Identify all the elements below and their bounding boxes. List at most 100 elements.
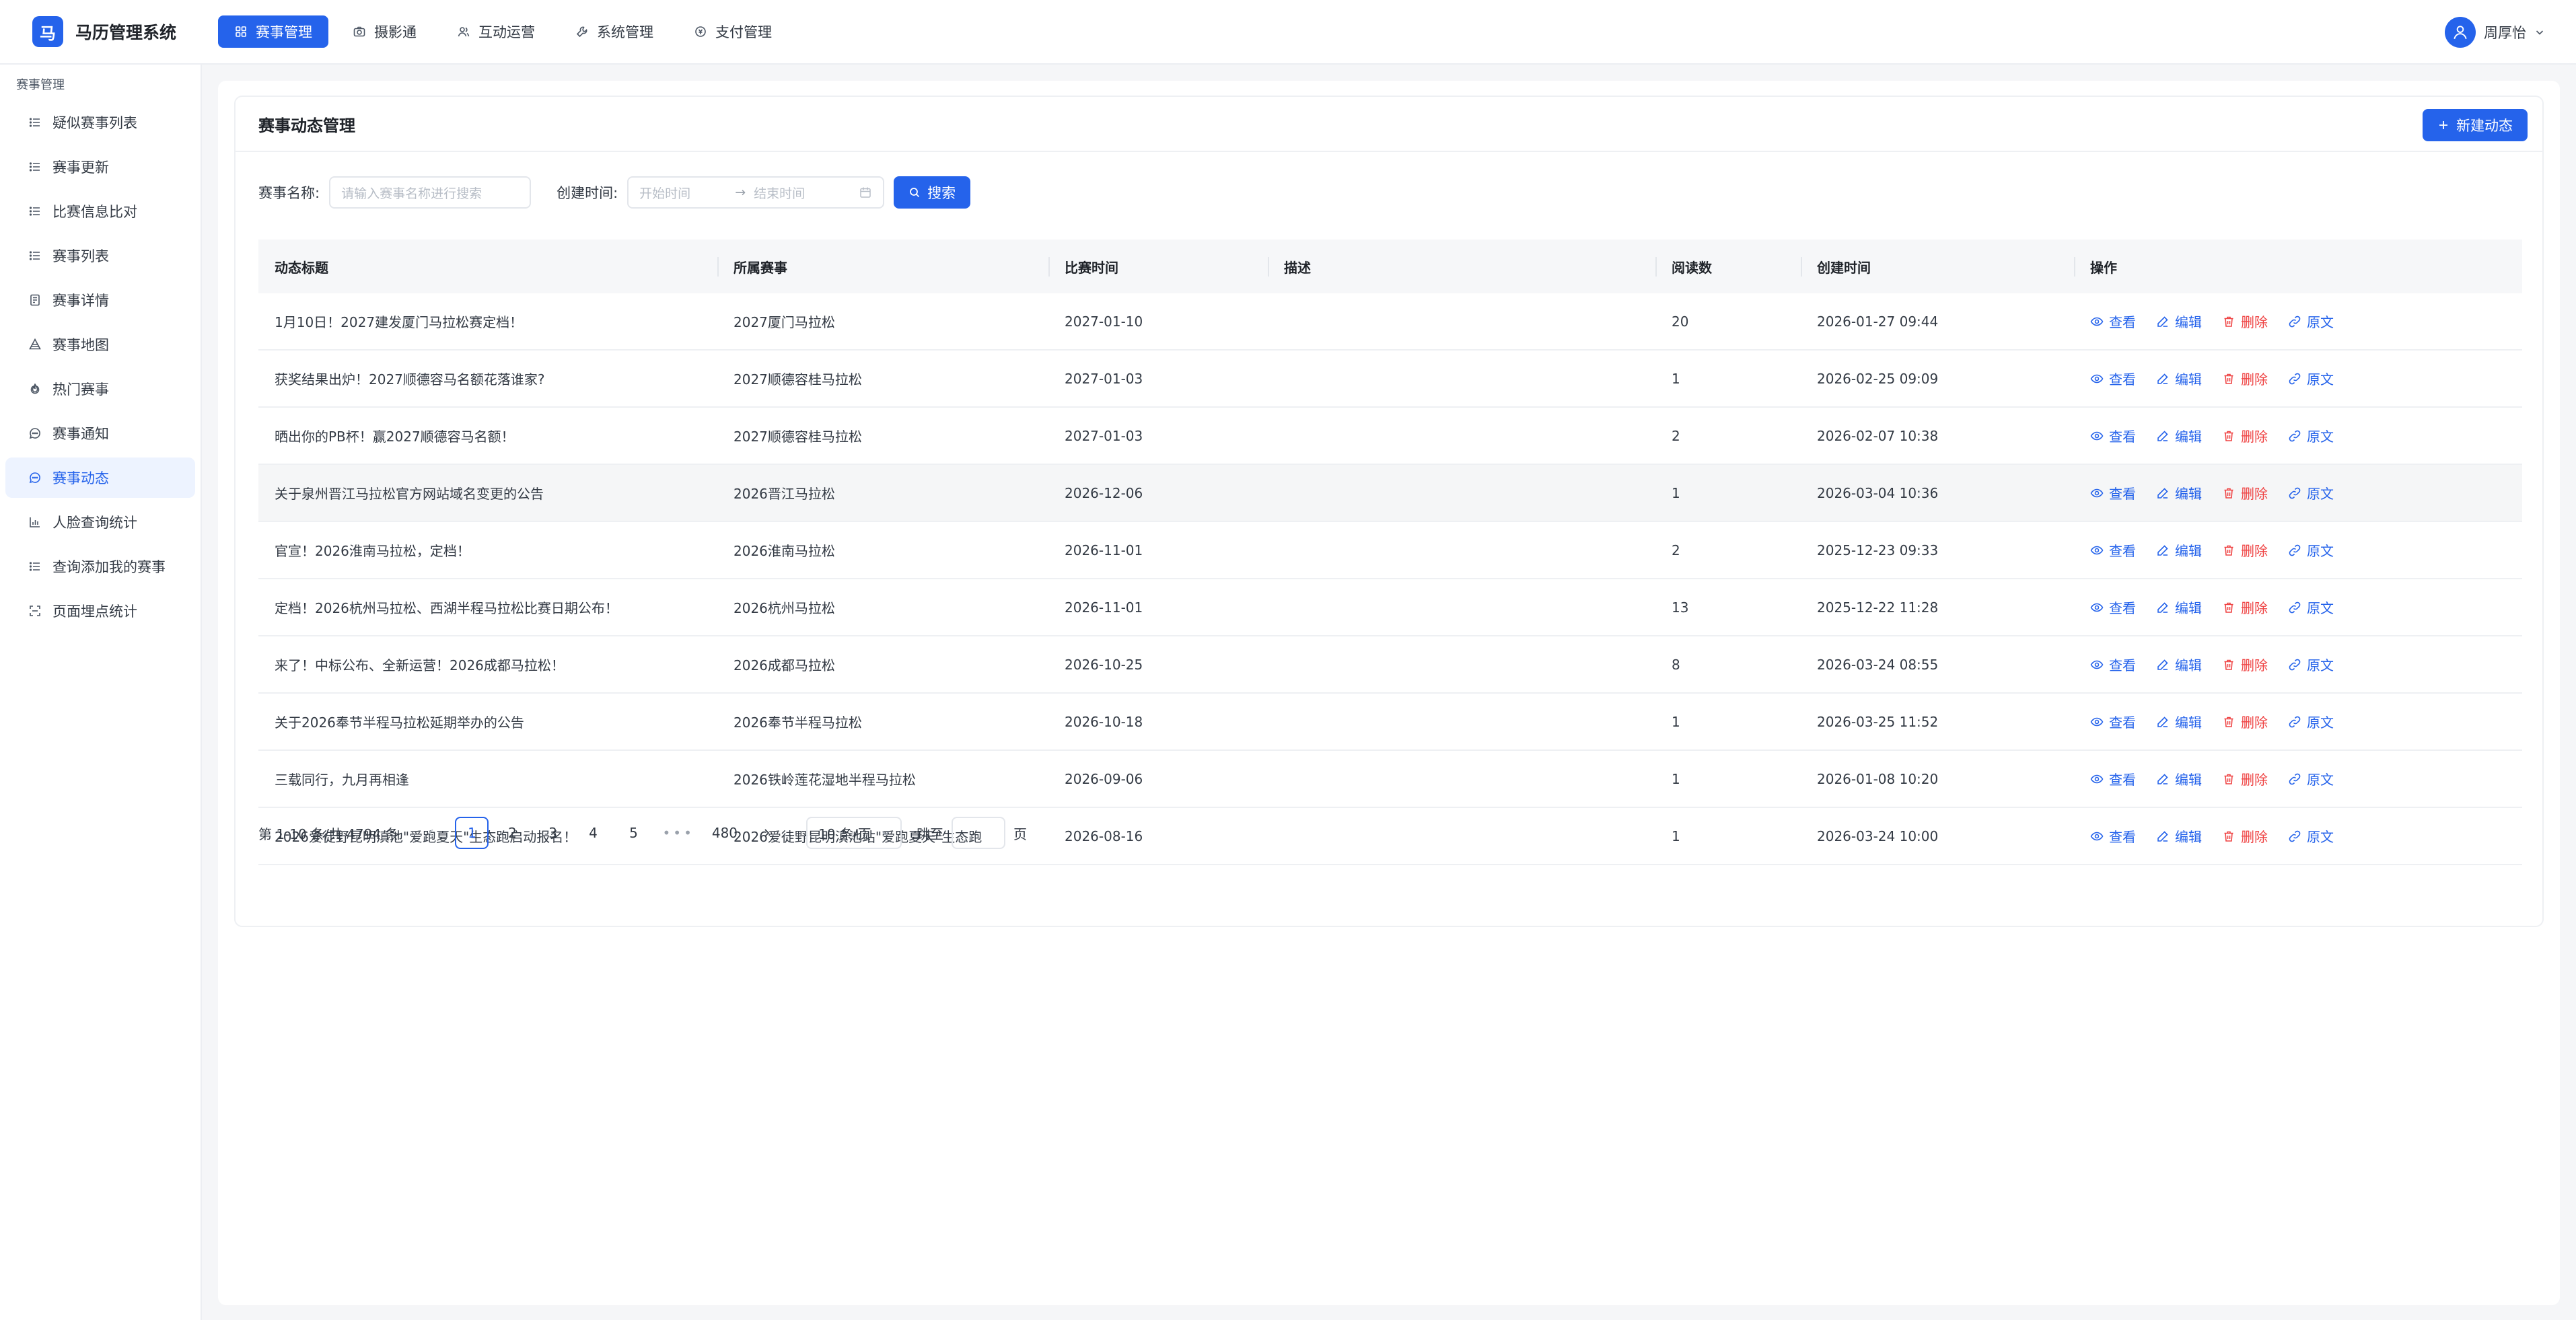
race-date-cell: 2027-01-10 <box>1065 313 1143 330</box>
race-date-cell: 2026-10-18 <box>1065 713 1143 730</box>
view-button[interactable]: 查看 <box>2090 655 2136 674</box>
read-count-cell: 1 <box>1672 770 1680 787</box>
event-name-placeholder: 请输入赛事名称进行搜索 <box>341 186 482 201</box>
page-4-button[interactable]: 4 <box>576 817 610 849</box>
source-label: 原文 <box>2307 829 2334 845</box>
search-button[interactable]: 搜索 <box>894 176 971 209</box>
column-header-event[interactable]: 所属赛事 <box>717 257 1048 277</box>
source-link-button[interactable]: 原文 <box>2288 483 2334 503</box>
page-ellipsis[interactable]: ••• <box>657 817 699 849</box>
last-page-button[interactable]: 480 <box>707 817 743 849</box>
column-header-reads[interactable]: 阅读数 <box>1655 257 1801 277</box>
source-link-button[interactable]: 原文 <box>2288 769 2334 789</box>
sidebar-item-label: 页面埋点统计 <box>52 603 137 620</box>
edit-label: 编辑 <box>2175 772 2202 788</box>
delete-button[interactable]: 删除 <box>2222 369 2268 388</box>
edit-button[interactable]: 编辑 <box>2156 597 2202 617</box>
delete-button[interactable]: 删除 <box>2222 540 2268 560</box>
topnav-label: 系统管理 <box>597 24 653 40</box>
edit-button[interactable]: 编辑 <box>2156 311 2202 331</box>
view-label: 查看 <box>2109 772 2136 788</box>
trash-icon <box>2224 717 2233 727</box>
edit-icon <box>2157 659 2168 670</box>
source-link-button[interactable]: 原文 <box>2288 369 2334 388</box>
next-page-button[interactable] <box>750 817 783 849</box>
view-button[interactable]: 查看 <box>2090 311 2136 331</box>
topnav-item-interaction[interactable]: 互动运营 <box>441 15 551 48</box>
sidebar-item-info-compare[interactable]: 比赛信息比对 <box>5 191 195 231</box>
edit-button[interactable]: 编辑 <box>2156 712 2202 731</box>
edit-button[interactable]: 编辑 <box>2156 369 2202 388</box>
topnav-item-payment[interactable]: 支付管理 <box>678 15 788 48</box>
event-name-cell: 2026杭州马拉松 <box>734 600 835 616</box>
delete-button[interactable]: 删除 <box>2222 712 2268 731</box>
source-link-button[interactable]: 原文 <box>2288 655 2334 674</box>
edit-button[interactable]: 编辑 <box>2156 826 2202 846</box>
view-button[interactable]: 查看 <box>2090 426 2136 445</box>
edit-button[interactable]: 编辑 <box>2156 483 2202 503</box>
topnav-item-system[interactable]: 系统管理 <box>559 15 670 48</box>
sidebar-item-face-stats[interactable]: 人脸查询统计 <box>5 502 195 542</box>
sidebar-item-hot-events[interactable]: 热门赛事 <box>5 369 195 409</box>
sidebar-item-query-my-events[interactable]: 查询添加我的赛事 <box>5 546 195 587</box>
user-menu[interactable]: 周厚怡 <box>2445 16 2545 48</box>
main-content: 赛事动态管理 新建动态 赛事名称: 请输入赛事名称进行搜索 创建时间: 开始时间… <box>218 81 2560 1305</box>
column-header-title[interactable]: 动态标题 <box>258 257 717 277</box>
brand[interactable]: 马 马历管理系统 <box>0 0 202 64</box>
view-button[interactable]: 查看 <box>2090 597 2136 617</box>
delete-button[interactable]: 删除 <box>2222 655 2268 674</box>
sidebar-item-event-map[interactable]: 赛事地图 <box>5 324 195 365</box>
edit-button[interactable]: 编辑 <box>2156 769 2202 789</box>
column-header-actions: 操作 <box>2074 257 2522 277</box>
view-button[interactable]: 查看 <box>2090 483 2136 503</box>
edit-button[interactable]: 编辑 <box>2156 540 2202 560</box>
sidebar-item-event-notice[interactable]: 赛事通知 <box>5 413 195 453</box>
row-actions: 查看 编辑 删除 原文 <box>2074 597 2522 617</box>
topnav-item-photo[interactable]: 摄影通 <box>336 15 433 48</box>
page-2-button[interactable]: 2 <box>495 817 529 849</box>
delete-button[interactable]: 删除 <box>2222 597 2268 617</box>
source-link-button[interactable]: 原文 <box>2288 426 2334 445</box>
edit-button[interactable]: 编辑 <box>2156 655 2202 674</box>
column-header-description[interactable]: 描述 <box>1268 257 1655 277</box>
source-link-button[interactable]: 原文 <box>2288 712 2334 731</box>
sidebar-item-tracking-stats[interactable]: 页面埋点统计 <box>5 591 195 631</box>
view-button[interactable]: 查看 <box>2090 769 2136 789</box>
sidebar-item-event-update[interactable]: 赛事更新 <box>5 147 195 187</box>
sidebar-item-event-news[interactable]: 赛事动态 <box>5 457 195 498</box>
created-time-range-picker[interactable]: 开始时间 → 结束时间 <box>627 176 885 209</box>
delete-button[interactable]: 删除 <box>2222 769 2268 789</box>
column-header-created[interactable]: 创建时间 <box>1801 257 2074 277</box>
row-actions: 查看 编辑 删除 原文 <box>2074 311 2522 331</box>
page-5-button[interactable]: 5 <box>616 817 650 849</box>
source-link-button[interactable]: 原文 <box>2288 540 2334 560</box>
prev-page-button[interactable] <box>415 817 448 849</box>
edit-button[interactable]: 编辑 <box>2156 426 2202 445</box>
delete-button[interactable]: 删除 <box>2222 483 2268 503</box>
delete-button[interactable]: 删除 <box>2222 426 2268 445</box>
new-news-button[interactable]: 新建动态 <box>2423 109 2528 141</box>
view-button[interactable]: 查看 <box>2090 826 2136 846</box>
source-link-button[interactable]: 原文 <box>2288 311 2334 331</box>
view-button[interactable]: 查看 <box>2090 712 2136 731</box>
topnav-item-event-management[interactable]: 赛事管理 <box>218 15 328 48</box>
page-1-button[interactable]: 1 <box>455 817 489 849</box>
source-link-button[interactable]: 原文 <box>2288 597 2334 617</box>
sidebar-item-event-detail[interactable]: 赛事详情 <box>5 280 195 320</box>
source-link-button[interactable]: 原文 <box>2288 826 2334 846</box>
column-header-race-date[interactable]: 比赛时间 <box>1048 257 1268 277</box>
sidebar-item-event-list[interactable]: 赛事列表 <box>5 235 195 276</box>
page-3-button[interactable]: 3 <box>536 817 569 849</box>
view-button[interactable]: 查看 <box>2090 540 2136 560</box>
jump-page-input[interactable] <box>952 817 1006 849</box>
delete-button[interactable]: 删除 <box>2222 826 2268 846</box>
event-name-input[interactable]: 请输入赛事名称进行搜索 <box>329 176 532 209</box>
event-name-label: 赛事名称: <box>258 185 320 201</box>
page-jumper: 跳至 页 <box>917 817 1027 849</box>
page-size-select[interactable]: 10 条/页 <box>806 817 902 849</box>
sidebar-item-suspected-events[interactable]: 疑似赛事列表 <box>5 102 195 143</box>
delete-button[interactable]: 删除 <box>2222 311 2268 331</box>
created-time-cell: 2026-02-25 09:09 <box>1817 370 1939 387</box>
view-label: 查看 <box>2109 429 2136 445</box>
view-button[interactable]: 查看 <box>2090 369 2136 388</box>
